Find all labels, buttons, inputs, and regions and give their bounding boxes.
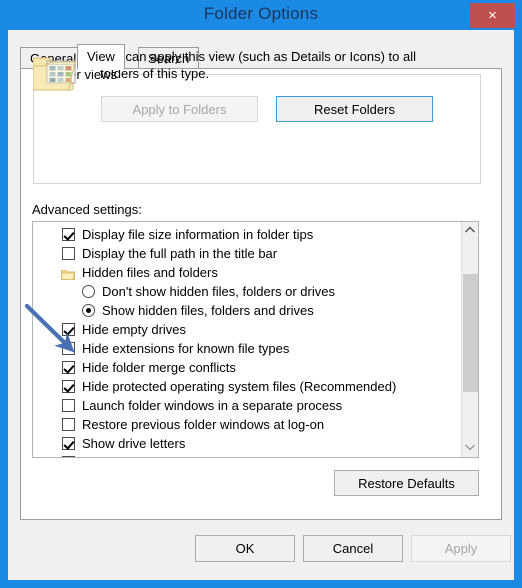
list-item[interactable]: Display file size information in folder … [33,225,461,244]
list-item[interactable]: Hide folder merge conflicts [33,358,461,377]
list-item-label: Hide folder merge conflicts [82,360,236,375]
radio-icon[interactable] [82,285,95,298]
checkbox-icon[interactable] [62,361,75,374]
list-item-label: Hide protected operating system files (R… [82,379,397,394]
list-item[interactable]: Hidden files and folders [33,263,461,282]
dialog-body: General View Search Folder views You can… [8,30,514,580]
folder-views-group [33,74,481,184]
checkbox-icon[interactable] [62,456,75,457]
checkbox-icon[interactable] [62,437,75,450]
close-icon: × [488,7,497,24]
tab-view-label: View [87,49,115,64]
apply-to-folders-button[interactable]: Apply to Folders [101,96,258,122]
list-item[interactable]: Show encrypted or compressed NTFS files … [33,453,461,457]
close-button[interactable]: × [470,3,515,28]
list-item[interactable]: Launch folder windows in a separate proc… [33,396,461,415]
list-item[interactable]: Show hidden files, folders and drives [33,301,461,320]
list-item-label: Hide empty drives [82,322,187,337]
radio-icon[interactable] [82,304,95,317]
list-item[interactable]: Hide protected operating system files (R… [33,377,461,396]
list-item-label: Display file size information in folder … [82,227,314,242]
list-item-label: Hidden files and folders [82,265,218,280]
folder-options-window: Folder Options × General View Search Fol… [0,0,522,588]
reset-folders-button[interactable]: Reset Folders [276,96,433,122]
list-item[interactable]: Restore previous folder windows at log-o… [33,415,461,434]
list-item-label: Show encrypted or compressed NTFS files … [82,453,382,457]
list-scrollbar[interactable] [461,222,478,457]
restore-defaults-button[interactable]: Restore Defaults [334,470,479,496]
apply-button[interactable]: Apply [411,535,511,562]
advanced-settings-label: Advanced settings: [32,202,142,217]
tab-view[interactable]: View [77,44,125,70]
checkbox-icon[interactable] [62,323,75,336]
list-item[interactable]: Show drive letters [33,434,461,453]
chevron-up-icon [465,226,475,233]
advanced-settings-list-items: Display file size information in folder … [33,222,461,457]
cancel-button[interactable]: Cancel [303,535,403,562]
list-item[interactable]: Don't show hidden files, folders or driv… [33,282,461,301]
checkbox-icon[interactable] [62,228,75,241]
folder-view-icon [32,50,81,94]
scroll-thumb[interactable] [463,274,478,392]
advanced-settings-list[interactable]: Display file size information in folder … [32,221,479,458]
folder-icon [61,267,75,280]
list-item[interactable]: Hide empty drives [33,320,461,339]
list-item-label: Show hidden files, folders and drives [102,303,314,318]
list-item-label: Launch folder windows in a separate proc… [82,398,343,413]
title-bar: Folder Options × [0,0,522,30]
scroll-up-button[interactable] [462,222,478,239]
scroll-down-button[interactable] [462,440,478,457]
checkbox-icon[interactable] [62,247,75,260]
list-item-label: Hide extensions for known file types [82,341,290,356]
list-item-label: Don't show hidden files, folders or driv… [102,284,335,299]
checkbox-icon[interactable] [62,380,75,393]
ok-button[interactable]: OK [195,535,295,562]
window-title: Folder Options [203,4,319,23]
checkbox-icon[interactable] [62,342,75,355]
chevron-down-icon [465,444,475,451]
list-item[interactable]: Display the full path in the title bar [33,244,461,263]
list-item-label: Show drive letters [82,436,186,451]
list-item-label: Restore previous folder windows at log-o… [82,417,325,432]
list-item-label: Display the full path in the title bar [82,246,278,261]
checkbox-icon[interactable] [62,399,75,412]
checkbox-icon[interactable] [62,418,75,431]
folder-views-description: You can apply this view (such as Details… [100,49,417,81]
list-item-hide-extensions[interactable]: Hide extensions for known file types [33,339,461,358]
